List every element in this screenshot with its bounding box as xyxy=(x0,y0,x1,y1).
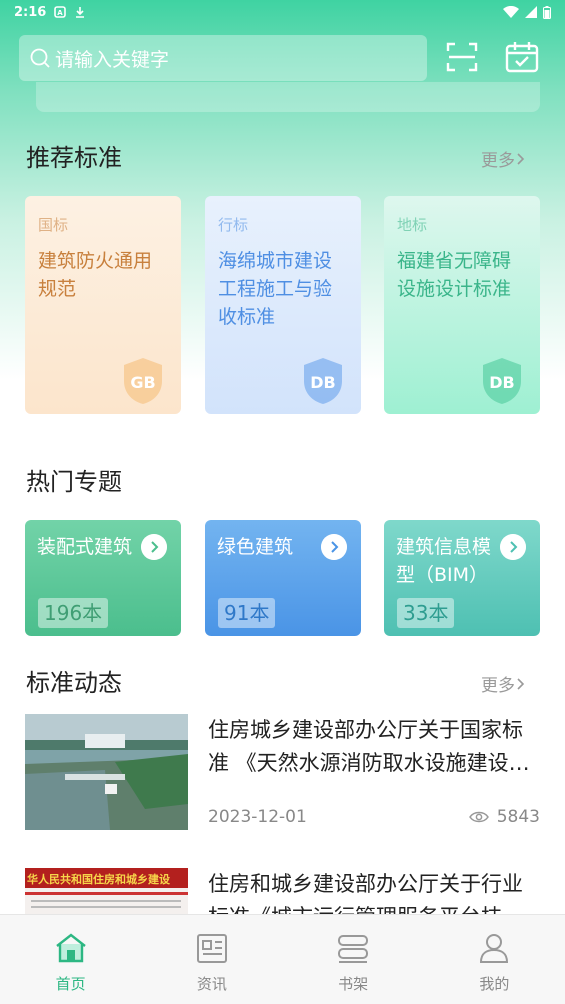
standard-card[interactable]: 国标 建筑防火通用规范 GB xyxy=(25,196,181,414)
standard-tag: 地标 xyxy=(397,216,428,234)
news-headline: 住房和城乡建设部办公厅关于行业标准《城市运行管理服务平台技 xyxy=(208,872,523,914)
recommended-title: 推荐标准 xyxy=(26,144,122,172)
status-bar: 2:16 A xyxy=(0,0,565,24)
news-headline: 住房城乡建设部办公厅关于国家标准 《天然水源消防取水设施建设… xyxy=(208,718,530,775)
standard-tag: 行标 xyxy=(218,216,249,234)
topic-count: 91本 xyxy=(218,598,276,628)
more-label: 更多 xyxy=(481,676,515,696)
recommended-more-link[interactable]: 更多 xyxy=(481,146,525,171)
search-placeholder: 请输入关键字 xyxy=(55,48,170,71)
topic-card[interactable]: 绿色建筑 91本 xyxy=(205,520,361,636)
news-thumbnail xyxy=(25,714,188,830)
news-views: 5843 xyxy=(468,807,540,827)
news-list-item[interactable]: 华人民共和国住房和城乡建设 住房和城乡建设部办公厅关于行业标准《城市运行管理服务… xyxy=(25,868,540,914)
topic-title: 装配式建筑 xyxy=(37,536,133,558)
signal-icon xyxy=(525,6,537,18)
standard-name: 福建省无障碍设施设计标准 xyxy=(397,250,512,300)
topic-card[interactable]: 建筑信息模型（BIM） 33本 xyxy=(384,520,540,636)
topic-title: 建筑信息模型（BIM） xyxy=(396,536,492,586)
scan-icon[interactable] xyxy=(445,40,479,74)
chevron-right-icon xyxy=(517,152,525,165)
standard-name: 建筑防火通用规范 xyxy=(38,250,153,300)
profile-icon xyxy=(480,934,509,963)
standard-name: 海绵城市建设工程施工与验收标准 xyxy=(218,250,333,328)
topic-count: 33本 xyxy=(397,598,455,628)
home-icon xyxy=(55,933,86,963)
battery-icon xyxy=(543,5,551,19)
search-row: 请输入关键字 xyxy=(19,34,547,82)
gb-shield-icon: GB xyxy=(124,358,162,404)
banner-area[interactable] xyxy=(36,82,540,112)
search-icon xyxy=(30,48,50,68)
db-shield-icon: DB xyxy=(304,358,342,404)
news-list-item[interactable]: 住房城乡建设部办公厅关于国家标准 《天然水源消防取水设施建设… 2023-12-… xyxy=(25,714,540,830)
tab-label: 我的 xyxy=(479,975,510,993)
tab-profile[interactable]: 我的 xyxy=(424,915,565,1004)
svg-text:A: A xyxy=(58,9,64,17)
tab-label: 书架 xyxy=(338,975,369,993)
topic-count: 196本 xyxy=(38,598,109,628)
view-count: 5843 xyxy=(496,807,540,827)
badge-text: DB xyxy=(489,373,514,392)
db-shield-icon: DB xyxy=(483,358,521,404)
news-thumbnail: 华人民共和国住房和城乡建设 xyxy=(25,868,188,914)
arrow-right-icon xyxy=(141,534,167,560)
chevron-right-icon xyxy=(517,677,525,690)
thumbnail-text: 华人民共和国住房和城乡建设 xyxy=(27,872,171,886)
tab-label: 资讯 xyxy=(196,975,227,993)
bottom-tab-bar: 首页 资讯 书架 我的 xyxy=(0,914,565,1004)
arrow-right-icon xyxy=(500,534,526,560)
tab-news[interactable]: 资讯 xyxy=(141,915,282,1004)
news-icon xyxy=(196,934,227,963)
badge-text: GB xyxy=(130,373,155,392)
news-more-link[interactable]: 更多 xyxy=(481,671,525,696)
download-icon xyxy=(76,7,85,18)
news-date: 2023-12-01 xyxy=(208,807,307,827)
calendar-check-icon[interactable] xyxy=(505,40,539,74)
tab-home[interactable]: 首页 xyxy=(0,915,141,1004)
more-label: 更多 xyxy=(481,151,515,171)
status-time: 2:16 xyxy=(14,4,47,20)
standard-card[interactable]: 行标 海绵城市建设工程施工与验收标准 DB xyxy=(205,196,361,414)
notification-icon: A xyxy=(54,6,67,18)
badge-text: DB xyxy=(310,373,335,392)
topics-title: 热门专题 xyxy=(26,468,122,496)
tab-label: 首页 xyxy=(55,975,86,993)
bookshelf-icon xyxy=(338,935,369,963)
standard-tag: 国标 xyxy=(38,216,69,234)
tab-bookshelf[interactable]: 书架 xyxy=(283,915,424,1004)
news-title: 标准动态 xyxy=(26,669,122,697)
eye-icon xyxy=(468,811,489,823)
topic-card[interactable]: 装配式建筑 196本 xyxy=(25,520,181,636)
wifi-icon xyxy=(503,6,519,18)
standard-card[interactable]: 地标 福建省无障碍设施设计标准 DB xyxy=(384,196,540,414)
search-input[interactable]: 请输入关键字 xyxy=(19,35,427,81)
arrow-right-icon xyxy=(321,534,347,560)
topic-title: 绿色建筑 xyxy=(217,536,294,558)
